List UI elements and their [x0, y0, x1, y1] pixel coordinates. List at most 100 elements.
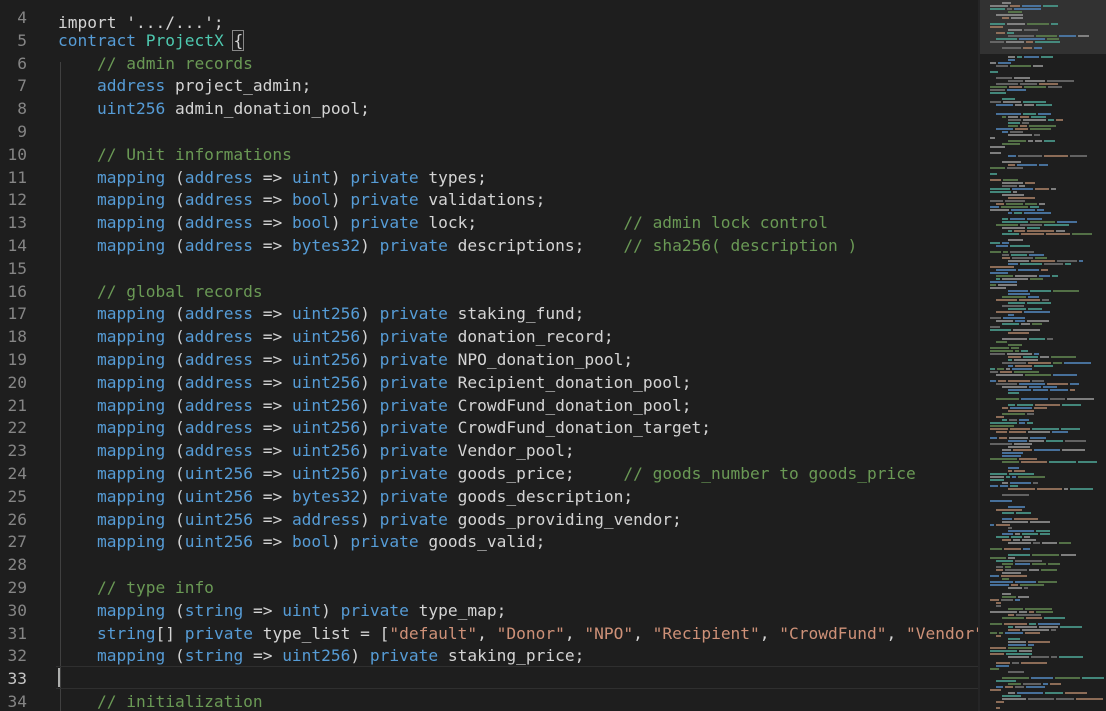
code-token: uint256 — [184, 486, 253, 506]
code-line[interactable]: 12 mapping (address => bool) private val… — [0, 188, 980, 211]
code-line[interactable]: 14 mapping (address => bytes32) private … — [0, 234, 980, 257]
code-line[interactable]: 7 address project_admin; — [0, 74, 980, 97]
minimap-line — [996, 320, 1013, 322]
code-line[interactable]: 22 mapping (address => uint256) private … — [0, 416, 980, 439]
minimap-line — [1015, 128, 1028, 130]
minimap-line — [1008, 122, 1020, 124]
code-token: ) — [360, 350, 380, 369]
code-line[interactable]: 26 mapping (uint256 => address) private … — [0, 508, 980, 531]
minimap-line — [1035, 257, 1047, 259]
minimap-line — [990, 167, 1005, 169]
line-number: 11 — [7, 167, 28, 187]
minimap-line — [1023, 119, 1046, 121]
minimap-line — [1012, 662, 1019, 664]
minimap-line — [998, 284, 1017, 286]
code-line[interactable]: 11 mapping (address => uint) private typ… — [0, 166, 980, 189]
code-line[interactable]: 9 — [0, 120, 980, 143]
line-code: contract ProjectX { — [58, 29, 245, 52]
code-line[interactable]: 31 string[] private type_list = ["defaul… — [0, 622, 981, 645]
minimap-line — [1010, 218, 1025, 220]
code-line[interactable]: 24 mapping (uint256 => uint256) private … — [0, 462, 980, 485]
code-line[interactable]: 17 mapping (address => uint256) private … — [0, 302, 980, 325]
code-line[interactable]: 16 // global records — [0, 280, 980, 303]
minimap-line — [1008, 212, 1012, 214]
code-line[interactable]: 21 mapping (address => uint256) private … — [0, 394, 980, 417]
code-line[interactable]: 23 mapping (address => uint256) private … — [0, 439, 980, 462]
minimap-line — [1008, 440, 1027, 442]
code-token: uint256 — [184, 464, 253, 483]
code-line[interactable]: 29 // type info — [0, 576, 980, 599]
code-line[interactable]: 28 — [0, 553, 980, 576]
minimap-line — [1002, 482, 1008, 484]
code-token: ) — [330, 532, 351, 552]
code-line[interactable]: 34 // initialization — [0, 690, 980, 711]
minimap-line — [1025, 203, 1037, 205]
code-line[interactable]: 4 — [0, 6, 980, 29]
code-line[interactable]: 27 mapping (uint256 => bool) private goo… — [0, 530, 980, 553]
line-number: 33 — [7, 669, 28, 689]
code-token: => — [252, 236, 292, 255]
code-line[interactable]: 25 mapping (uint256 => bytes32) private … — [0, 485, 980, 508]
minimap-line — [1002, 17, 1009, 19]
minimap-line — [990, 500, 1012, 502]
code-area[interactable]: import '.../...'; 4 5 contract ProjectX {6… — [0, 0, 980, 711]
minimap-line — [996, 77, 1012, 79]
minimap-line — [1042, 299, 1049, 301]
minimap-line — [996, 311, 1022, 313]
minimap-line — [1034, 47, 1042, 49]
minimap-line — [1008, 260, 1029, 262]
minimap-line — [1008, 488, 1035, 490]
minimap-line — [990, 173, 997, 175]
code-token: ) — [330, 167, 351, 187]
code-line[interactable]: 19 mapping (address => uint256) private … — [0, 348, 980, 371]
code-line[interactable]: 15 — [0, 257, 980, 280]
code-line[interactable]: 6 // admin records — [0, 52, 980, 75]
code-line[interactable]: 20 mapping (address => uint256) private … — [0, 371, 980, 394]
minimap-line — [1003, 101, 1021, 103]
line-number: 23 — [7, 441, 28, 461]
minimap-line — [990, 62, 996, 64]
minimap-line — [1019, 458, 1037, 460]
line-number: 20 — [7, 372, 28, 392]
minimap-line — [1002, 161, 1021, 163]
minimap-line — [1002, 419, 1007, 421]
code-editor[interactable]: import '.../...'; 4 5 contract ProjectX {6… — [0, 0, 1106, 711]
line-code: mapping (address => uint256) private Cro… — [58, 416, 711, 439]
minimap-line — [1062, 449, 1085, 451]
line-number: 6 — [17, 53, 27, 73]
code-line[interactable]: 18 mapping (address => uint256) private … — [0, 325, 980, 348]
code-token: address — [184, 441, 253, 461]
code-line[interactable]: 10 // Unit informations — [0, 143, 980, 166]
minimap-line — [1053, 374, 1077, 376]
minimap-line — [1064, 362, 1091, 364]
minimap-line — [990, 650, 1017, 652]
minimap-line — [1022, 539, 1036, 541]
minimap-line — [1042, 542, 1057, 544]
code-token: ( — [165, 441, 185, 461]
code-line[interactable]: 5 contract ProjectX { — [0, 29, 980, 52]
minimap-line — [1015, 560, 1042, 562]
minimap-line — [996, 278, 1000, 280]
code-line[interactable]: 33 — [0, 667, 980, 690]
code-line[interactable]: 13 mapping (address => bool) private loc… — [0, 211, 980, 234]
code-token: uint256 — [184, 532, 253, 552]
minimap[interactable] — [980, 0, 1106, 711]
minimap-line — [1008, 308, 1026, 310]
minimap-line — [1009, 419, 1017, 421]
minimap-line — [1009, 437, 1028, 439]
minimap-line — [1014, 359, 1038, 361]
code-line[interactable]: 32 mapping (string => uint256) private s… — [0, 644, 980, 667]
minimap-line — [1028, 698, 1054, 700]
minimap-line — [1035, 41, 1060, 43]
minimap-line — [996, 662, 1010, 664]
minimap-line — [1006, 41, 1024, 43]
code-token: => — [252, 418, 292, 438]
minimap-line — [1014, 470, 1025, 472]
minimap-line — [1002, 98, 1015, 100]
minimap-line — [1024, 212, 1051, 214]
code-token: ) — [360, 486, 380, 506]
code-line[interactable]: 30 mapping (string => uint) private type… — [0, 599, 980, 622]
code-line[interactable]: 8 uint256 admin_donation_pool; — [0, 97, 980, 120]
